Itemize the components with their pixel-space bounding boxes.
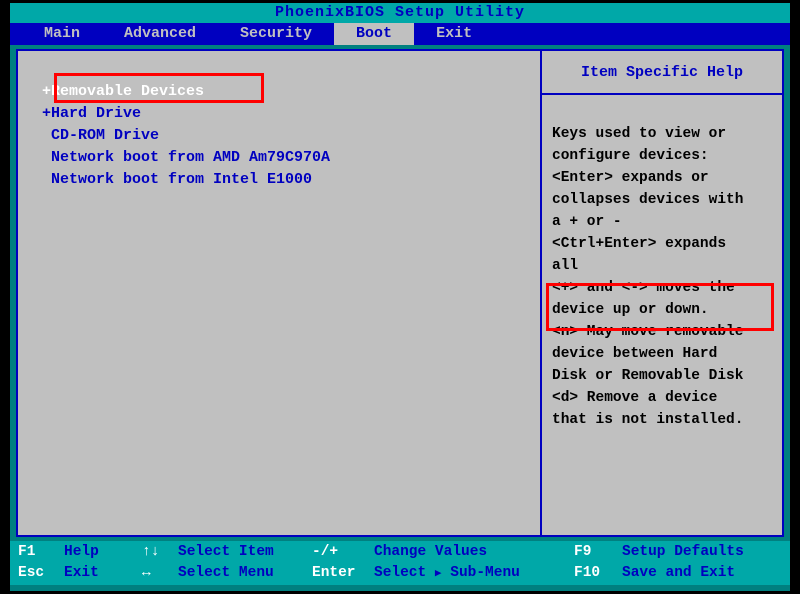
help-line: Disk or Removable Disk: [552, 365, 776, 387]
menu-main[interactable]: Main: [22, 23, 102, 45]
legend-row-2: Esc Exit ↔ Select Menu Enter Select ▶ Su…: [18, 563, 790, 585]
label-select-item: Select Item: [178, 542, 312, 563]
legend-row-1: F1 Help ↑↓ Select Item -/+ Change Values…: [18, 542, 790, 563]
help-line: <n> May move removable: [552, 321, 776, 343]
help-pane: Item Specific Help Keys used to view or …: [540, 51, 782, 535]
boot-item-hard-drive[interactable]: +Hard Drive: [42, 103, 534, 125]
label-save-exit: Save and Exit: [622, 563, 735, 585]
menu-boot[interactable]: Boot: [334, 23, 414, 45]
key-f1: F1: [18, 542, 64, 563]
key-plusminus: -/+: [312, 542, 374, 563]
menu-exit[interactable]: Exit: [414, 23, 494, 45]
help-line: all: [552, 255, 776, 277]
label-exit: Exit: [64, 563, 142, 585]
bios-screen: PhoenixBIOS Setup Utility Main Advanced …: [10, 3, 790, 591]
menu-bar: Main Advanced Security Boot Exit: [10, 23, 790, 45]
help-line: <Enter> expands or: [552, 167, 776, 189]
boot-order-pane: +Removable Devices +Hard Drive CD-ROM Dr…: [18, 51, 540, 535]
label-help: Help: [64, 542, 142, 563]
boot-item-net-amd[interactable]: Network boot from AMD Am79C970A: [42, 147, 534, 169]
help-line: device between Hard: [552, 343, 776, 365]
help-line: that is not installed.: [552, 409, 776, 431]
help-body: Keys used to view or configure devices: …: [542, 95, 782, 535]
help-line: <+> and <-> moves the: [552, 277, 776, 299]
label-setup-defaults: Setup Defaults: [622, 542, 744, 563]
key-enter: Enter: [312, 563, 374, 585]
label-select-menu: Select Menu: [178, 563, 312, 585]
arrows-leftright-icon: ↔: [142, 563, 178, 585]
help-line: <d> Remove a device: [552, 387, 776, 409]
title-bar: PhoenixBIOS Setup Utility: [10, 3, 790, 23]
boot-item-net-intel[interactable]: Network boot from Intel E1000: [42, 169, 534, 191]
arrows-updown-icon: ↑↓: [142, 542, 178, 563]
menu-security[interactable]: Security: [218, 23, 334, 45]
boot-item-removable-devices[interactable]: +Removable Devices: [42, 81, 534, 103]
work-area: +Removable Devices +Hard Drive CD-ROM Dr…: [16, 49, 784, 537]
help-title: Item Specific Help: [542, 51, 782, 95]
triangle-right-icon: ▶: [435, 568, 442, 580]
help-line: a + or -: [552, 211, 776, 233]
key-legend: F1 Help ↑↓ Select Item -/+ Change Values…: [10, 541, 790, 585]
boot-item-cdrom[interactable]: CD-ROM Drive: [42, 125, 534, 147]
help-line: collapses devices with: [552, 189, 776, 211]
help-line: configure devices:: [552, 145, 776, 167]
key-f10: F10: [574, 563, 622, 585]
menu-advanced[interactable]: Advanced: [102, 23, 218, 45]
key-f9: F9: [574, 542, 622, 563]
label-change-values: Change Values: [374, 542, 574, 563]
help-line: Keys used to view or: [552, 123, 776, 145]
help-line: <Ctrl+Enter> expands: [552, 233, 776, 255]
label-select-submenu: Select ▶ Sub-Menu: [374, 563, 574, 585]
key-esc: Esc: [18, 563, 64, 585]
help-line: device up or down.: [552, 299, 776, 321]
